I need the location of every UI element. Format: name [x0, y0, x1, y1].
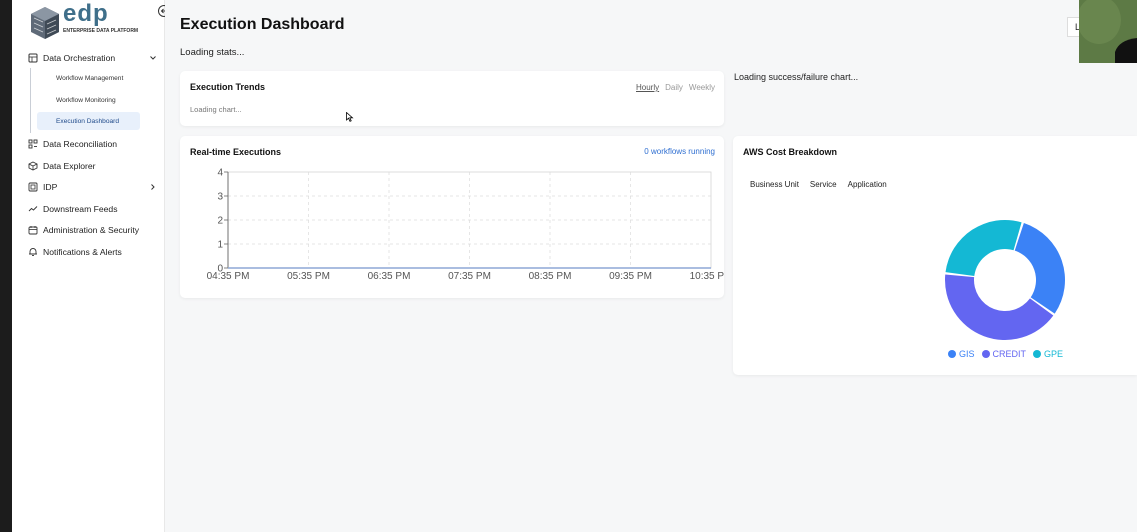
- trend-icon: [28, 206, 38, 212]
- y-tick-label: 1: [217, 240, 223, 251]
- x-tick-label: 06:35 PM: [368, 271, 411, 282]
- sidebar-item-label: Data Explorer: [43, 161, 96, 171]
- donut-slice-gpe[interactable]: [945, 220, 1022, 276]
- legend-item-credit[interactable]: CREDIT: [981, 349, 1027, 359]
- range-tab-weekly[interactable]: Weekly: [689, 83, 715, 92]
- sidebar-item-data-orchestration[interactable]: Data Orchestration: [28, 49, 158, 67]
- webcam-overlay: [1079, 0, 1137, 63]
- stats-loading-text: Loading stats...: [180, 47, 245, 58]
- sidebar: edp ENTERPRISE DATA PLATFORM Data Orches…: [12, 0, 170, 532]
- legend-dot: [1033, 350, 1042, 358]
- edp-logo[interactable]: edp ENTERPRISE DATA PLATFORM: [30, 0, 155, 42]
- main-content: Execution Dashboard Loading stats... L E…: [165, 0, 1137, 532]
- sidebar-item-label: IDP: [43, 182, 58, 192]
- aws-cost-card: AWS Cost Breakdown Business Unit Service…: [733, 136, 1137, 375]
- sidebar-item-label: Data Reconciliation: [43, 139, 118, 149]
- chevron-right-icon: [151, 184, 155, 190]
- orchestration-icon: [28, 53, 38, 63]
- sidebar-item-label: Data Orchestration: [43, 53, 116, 63]
- reconciliation-icon: [28, 139, 38, 149]
- sidebar-subitem-workflow-monitoring[interactable]: Workflow Monitoring: [37, 91, 140, 109]
- sidebar-item-idp[interactable]: IDP: [28, 178, 158, 196]
- sidebar-item-data-explorer[interactable]: Data Explorer: [28, 157, 158, 175]
- screen-bezel: [0, 0, 12, 532]
- donut-slice-gis[interactable]: [1014, 223, 1065, 314]
- sidebar-item-label: Downstream Feeds: [43, 204, 118, 214]
- range-tab-daily[interactable]: Daily: [665, 83, 683, 92]
- x-tick-label: 10:35 PM: [690, 271, 724, 282]
- legend-dot: [948, 350, 956, 358]
- range-tabs: Hourly Daily Weekly: [636, 83, 715, 92]
- legend-label: CREDIT: [992, 349, 1027, 359]
- x-tick-label: 08:35 PM: [529, 271, 572, 282]
- sidebar-item-downstream-feeds[interactable]: Downstream Feeds: [28, 200, 158, 218]
- execution-trends-title: Execution Trends: [190, 82, 266, 92]
- execution-trends-card: Execution Trends Hourly Daily Weekly Loa…: [180, 71, 724, 126]
- sidebar-item-administration-security[interactable]: Administration & Security: [28, 221, 158, 239]
- calendar-icon: [28, 226, 38, 235]
- legend-label: GIS: [959, 349, 975, 359]
- y-tick-label: 2: [217, 216, 223, 227]
- mouse-cursor-icon: [346, 112, 354, 122]
- x-tick-label: 07:35 PM: [448, 271, 491, 282]
- sidebar-item-label: Administration & Security: [43, 225, 139, 235]
- legend-label: GPE: [1044, 349, 1064, 359]
- x-tick-label: 04:35 PM: [207, 271, 250, 282]
- explorer-icon: [28, 161, 38, 171]
- submenu-guide-line: [30, 68, 31, 133]
- y-tick-label: 3: [217, 192, 223, 203]
- y-tick-label: 4: [217, 168, 223, 179]
- bell-icon: [29, 248, 37, 256]
- sidebar-subitem-execution-dashboard[interactable]: Execution Dashboard: [37, 112, 140, 130]
- range-tab-hourly[interactable]: Hourly: [636, 83, 659, 92]
- sidebar-item-notifications-alerts[interactable]: Notifications & Alerts: [28, 243, 158, 261]
- legend-item-gpe[interactable]: GPE: [1033, 349, 1063, 359]
- aws-cost-donut-chart: [944, 220, 1065, 340]
- legend-item-gis[interactable]: GIS: [948, 349, 975, 359]
- page-title: Execution Dashboard: [180, 16, 345, 33]
- chevron-down-icon: [150, 56, 156, 60]
- aws-legend: GIS CREDIT GPE: [948, 349, 1063, 359]
- realtime-executions-card: Real-time Executions 0 workflows running…: [180, 136, 724, 298]
- realtime-line-chart: 0123404:35 PM 05:35 PM 06:35 PM 07:35 PM 08:…: [207, 168, 724, 283]
- trends-loading-text: Loading chart...: [190, 105, 242, 114]
- idp-icon: [28, 182, 38, 192]
- success-failure-loading-text: Loading success/failure chart...: [734, 72, 859, 82]
- logo-subtitle: ENTERPRISE DATA PLATFORM: [63, 28, 139, 34]
- x-tick-label: 09:35 PM: [609, 271, 652, 282]
- legend-dot: [981, 350, 990, 358]
- x-tick-label: 05:35 PM: [287, 271, 330, 282]
- sidebar-item-label: Notifications & Alerts: [43, 247, 122, 257]
- logo-text: edp: [63, 0, 109, 27]
- sidebar-subitem-workflow-management[interactable]: Workflow Management: [37, 69, 140, 87]
- sidebar-item-data-reconciliation[interactable]: Data Reconciliation: [28, 135, 158, 153]
